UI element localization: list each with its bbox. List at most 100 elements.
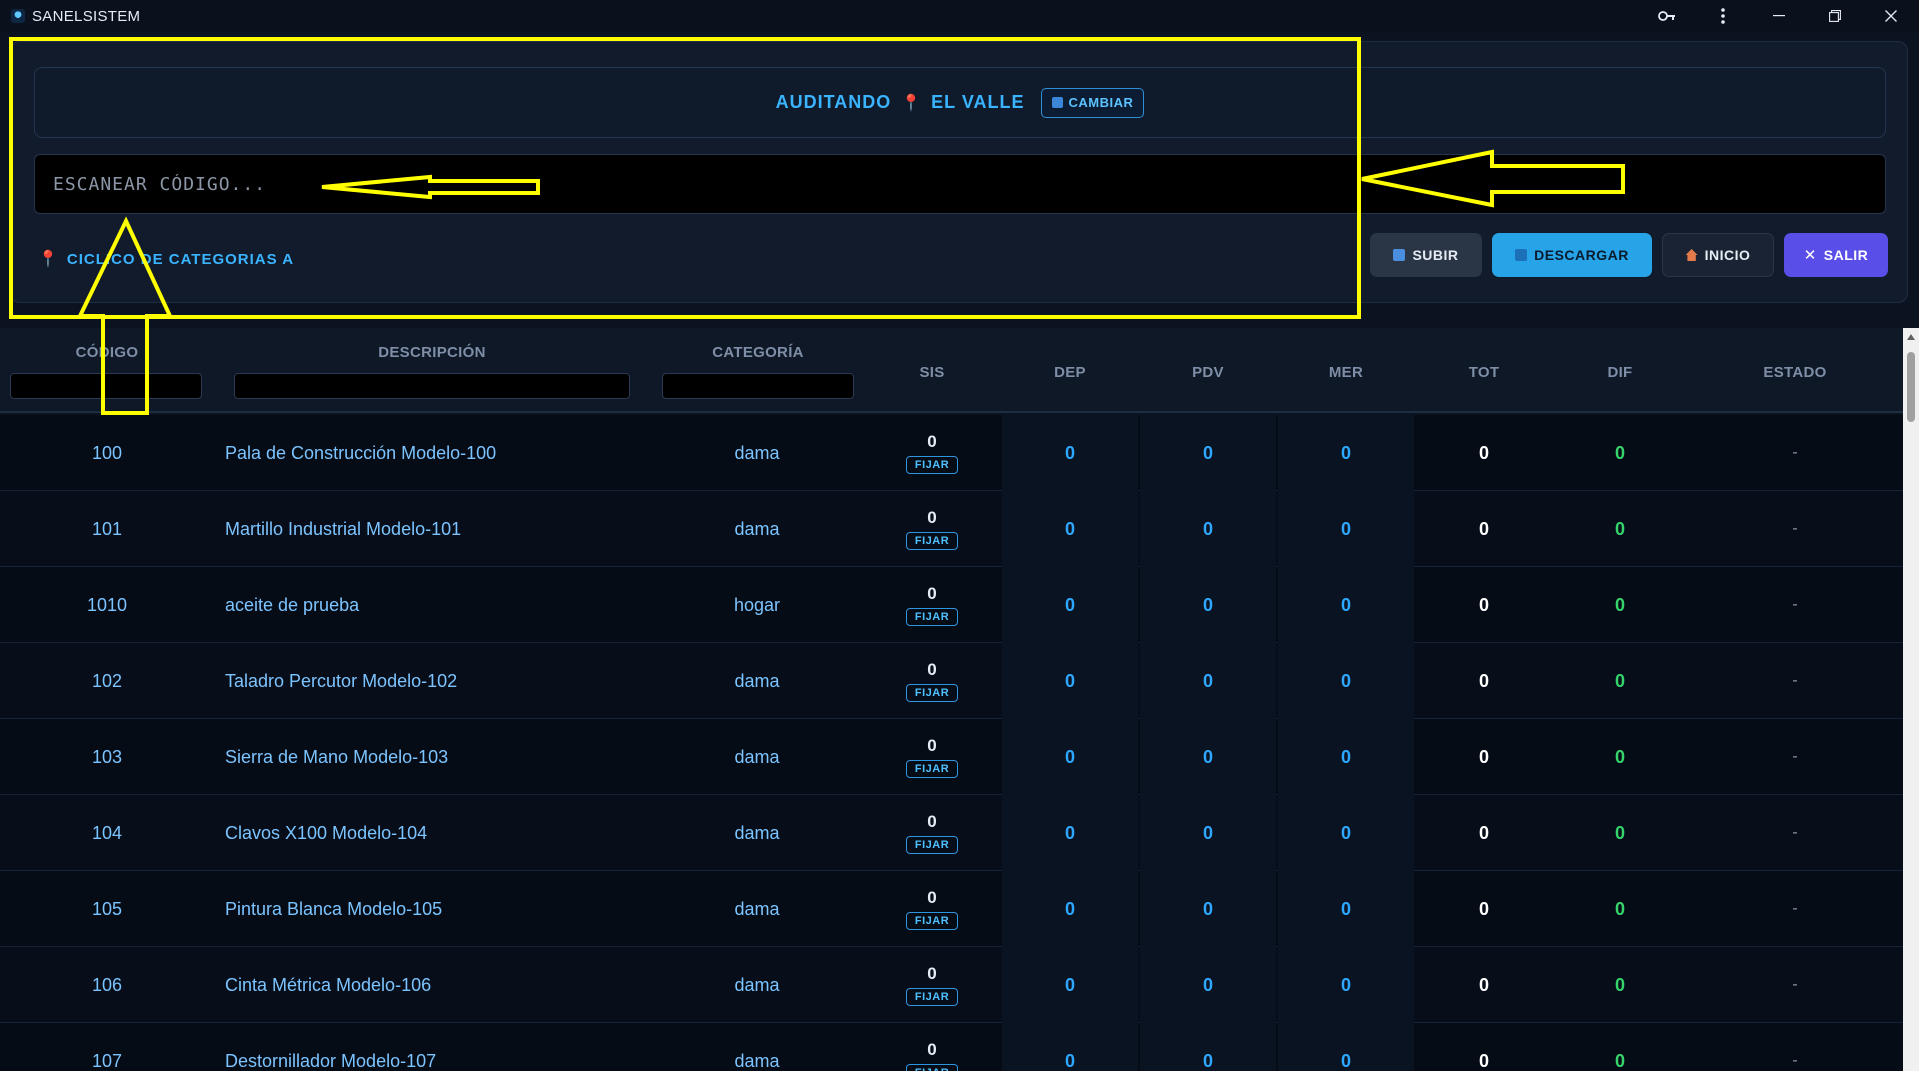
sis-value: 0 bbox=[927, 812, 937, 831]
key-icon[interactable] bbox=[1639, 0, 1695, 32]
fix-button[interactable]: FIJAR bbox=[905, 912, 959, 930]
cell-pdv[interactable]: 0 bbox=[1140, 567, 1276, 643]
cell-pdv[interactable]: 0 bbox=[1140, 1023, 1276, 1071]
header-mer[interactable]: MER bbox=[1278, 364, 1414, 381]
cell-sis: 0 FIJAR bbox=[862, 871, 1002, 947]
sis-value: 0 bbox=[927, 660, 937, 679]
window-controls bbox=[1639, 0, 1919, 32]
cell-categoria: hogar bbox=[733, 594, 781, 615]
cell-mer[interactable]: 0 bbox=[1278, 415, 1414, 491]
home-button[interactable]: INICIO bbox=[1662, 233, 1774, 277]
exit-button[interactable]: ✕ SALIR bbox=[1784, 233, 1888, 277]
table-row[interactable]: 1010 aceite de prueba hogar 0 FIJAR 0 0 0 0 0- bbox=[0, 567, 1903, 643]
close-icon[interactable] bbox=[1863, 0, 1919, 32]
cell-mer[interactable]: 0 bbox=[1278, 871, 1414, 947]
cell-mer[interactable]: 0 bbox=[1278, 643, 1414, 719]
header-codigo[interactable]: CÓDIGO bbox=[0, 344, 214, 361]
filter-codigo-input[interactable] bbox=[10, 373, 202, 399]
table-row[interactable]: 106 Cinta Métrica Modelo-106 dama 0 FIJAR 0 0 0… bbox=[0, 947, 1903, 1023]
scroll-thumb[interactable] bbox=[1907, 352, 1915, 422]
cell-dep[interactable]: 0 bbox=[1002, 795, 1138, 871]
inventory-table: CÓDIGO DESCRIPCIÓN CATEGORÍA SIS DEP PDV… bbox=[0, 328, 1903, 1071]
cell-dep[interactable]: 0 bbox=[1002, 1023, 1138, 1071]
location-pin-icon: 📍 bbox=[901, 94, 922, 112]
cell-mer[interactable]: 0 bbox=[1278, 719, 1414, 795]
cell-mer[interactable]: 0 bbox=[1278, 491, 1414, 567]
cell-dep[interactable]: 0 bbox=[1002, 643, 1138, 719]
header-estado[interactable]: ESTADO bbox=[1690, 364, 1900, 381]
download-label: DESCARGAR bbox=[1534, 247, 1629, 263]
table-row[interactable]: 105 Pintura Blanca Modelo-105 dama 0 FIJAR 0 0… bbox=[0, 871, 1903, 947]
cell-dep[interactable]: 0 bbox=[1002, 415, 1138, 491]
fix-button[interactable]: FIJAR bbox=[905, 608, 959, 626]
sis-value: 0 bbox=[927, 584, 937, 603]
table-row[interactable]: 102 Taladro Percutor Modelo-102 dama 0 FIJAR… bbox=[0, 643, 1903, 719]
audit-label: AUDITANDO bbox=[775, 92, 892, 112]
download-button[interactable]: DESCARGAR bbox=[1492, 233, 1652, 277]
scan-code-input[interactable] bbox=[34, 154, 1886, 214]
cell-categoria: dama bbox=[734, 670, 780, 691]
fix-button[interactable]: FIJAR bbox=[905, 456, 959, 474]
cell-dep[interactable]: 0 bbox=[1002, 871, 1138, 947]
cell-dep[interactable]: 0 bbox=[1002, 491, 1138, 567]
cell-categoria: dama bbox=[734, 822, 780, 843]
cell-dep[interactable]: 0 bbox=[1002, 719, 1138, 795]
header-categoria[interactable]: CATEGORÍA bbox=[662, 344, 854, 361]
table-row[interactable]: 100 Pala de Construcción Modelo-100 dama 0 F… bbox=[0, 415, 1903, 491]
table-row[interactable]: 104 Clavos X100 Modelo-104 dama 0 FIJAR 0 0 0 0 0… bbox=[0, 795, 1903, 871]
cell-tot: 0 bbox=[1478, 518, 1489, 539]
cell-mer[interactable]: 0 bbox=[1278, 795, 1414, 871]
fix-button[interactable]: FIJAR bbox=[905, 1064, 959, 1071]
upload-button[interactable]: SUBIR bbox=[1370, 233, 1482, 277]
header-descripcion[interactable]: DESCRIPCIÓN bbox=[234, 344, 630, 361]
cell-pdv[interactable]: 0 bbox=[1140, 491, 1276, 567]
cell-dep[interactable]: 0 bbox=[1002, 567, 1138, 643]
cell-dep[interactable]: 0 bbox=[1002, 947, 1138, 1023]
cell-pdv[interactable]: 0 bbox=[1140, 871, 1276, 947]
cell-mer[interactable]: 0 bbox=[1278, 1023, 1414, 1071]
upload-label: SUBIR bbox=[1412, 247, 1459, 263]
header-pdv[interactable]: PDV bbox=[1140, 364, 1276, 381]
fix-button[interactable]: FIJAR bbox=[905, 988, 959, 1006]
change-location-label: CAMBIAR bbox=[1068, 95, 1134, 110]
header-tot[interactable]: TOT bbox=[1416, 364, 1552, 381]
header-dif[interactable]: DIF bbox=[1552, 364, 1688, 381]
cell-codigo: 107 bbox=[91, 1050, 123, 1071]
cell-pdv[interactable]: 0 bbox=[1140, 719, 1276, 795]
change-location-button[interactable]: CAMBIAR bbox=[1040, 87, 1145, 118]
scroll-up-icon[interactable] bbox=[1907, 334, 1915, 340]
sis-value: 0 bbox=[927, 736, 937, 755]
fix-button[interactable]: FIJAR bbox=[905, 684, 959, 702]
minimize-icon[interactable] bbox=[1751, 0, 1807, 32]
cell-dif: 0 bbox=[1614, 442, 1625, 463]
table-row[interactable]: 107Destornillador Modelo-107dama0FIJAR00… bbox=[0, 1023, 1903, 1071]
cell-pdv[interactable]: 0 bbox=[1140, 947, 1276, 1023]
cell-descripcion: Cinta Métrica Modelo-106 bbox=[225, 974, 432, 995]
cell-pdv[interactable]: 0 bbox=[1140, 415, 1276, 491]
cell-pdv[interactable]: 0 bbox=[1140, 643, 1276, 719]
cell-mer[interactable]: 0 bbox=[1278, 567, 1414, 643]
sis-value: 0 bbox=[927, 888, 937, 907]
cell-sis: 0 FIJAR bbox=[862, 643, 1002, 719]
restore-icon[interactable] bbox=[1807, 0, 1863, 32]
vertical-scrollbar[interactable] bbox=[1903, 328, 1919, 1071]
cell-sis: 0 FIJAR bbox=[862, 567, 1002, 643]
header-dep[interactable]: DEP bbox=[1002, 364, 1138, 381]
app-logo-icon bbox=[11, 9, 25, 23]
fix-button[interactable]: FIJAR bbox=[905, 760, 959, 778]
cell-mer[interactable]: 0 bbox=[1278, 947, 1414, 1023]
fix-button[interactable]: FIJAR bbox=[905, 532, 959, 550]
more-options-icon[interactable] bbox=[1695, 0, 1751, 32]
cell-descripcion: Sierra de Mano Modelo-103 bbox=[225, 746, 449, 767]
cell-sis: 0 FIJAR bbox=[862, 1023, 1002, 1071]
fix-button[interactable]: FIJAR bbox=[905, 836, 959, 854]
filter-categoria-input[interactable] bbox=[662, 373, 854, 399]
filter-descripcion-input[interactable] bbox=[234, 373, 630, 399]
table-row[interactable]: 101 Martillo Industrial Modelo-101 dama 0 FI… bbox=[0, 491, 1903, 567]
table-row[interactable]: 103 Sierra de Mano Modelo-103 dama 0 FIJAR 0 0… bbox=[0, 719, 1903, 795]
cell-sis: 0 FIJAR bbox=[862, 415, 1002, 491]
cell-sis: 0 FIJAR bbox=[862, 491, 1002, 567]
header-sis[interactable]: SIS bbox=[862, 364, 1002, 381]
cell-estado: - bbox=[1792, 748, 1798, 765]
cell-pdv[interactable]: 0 bbox=[1140, 795, 1276, 871]
